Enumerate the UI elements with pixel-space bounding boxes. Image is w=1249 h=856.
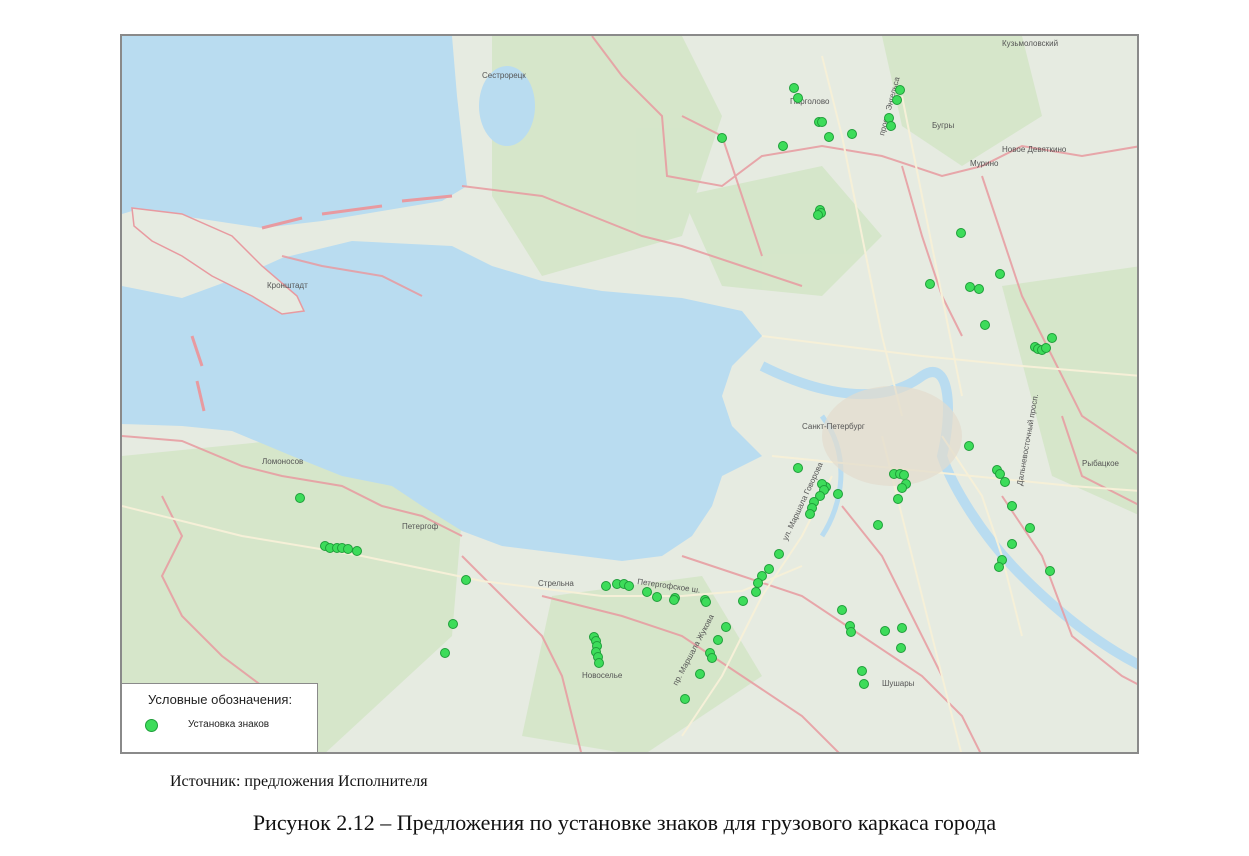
sign-marker <box>713 635 723 645</box>
sign-marker <box>1047 333 1057 343</box>
sign-marker <box>980 320 990 330</box>
sign-marker <box>701 597 711 607</box>
sign-marker <box>721 622 731 632</box>
legend-marker-icon <box>145 719 158 732</box>
map-canvas: Санкт-Петербург Кронштадт Сестрорецк Пар… <box>122 36 1137 752</box>
sign-marker <box>440 648 450 658</box>
sign-marker <box>352 546 362 556</box>
label-shushary: Шушары <box>882 679 915 688</box>
sign-marker <box>965 282 975 292</box>
label-spb: Санкт-Петербург <box>802 422 865 431</box>
sign-marker <box>895 85 905 95</box>
sign-marker <box>813 210 823 220</box>
label-kuzmolovsky: Кузьмоловский <box>1002 39 1058 48</box>
sign-marker <box>793 93 803 103</box>
label-bugry: Бугры <box>932 121 954 130</box>
sign-marker <box>751 587 761 597</box>
sign-marker <box>896 643 906 653</box>
sign-marker <box>873 520 883 530</box>
sign-marker <box>652 592 662 602</box>
sign-marker <box>897 623 907 633</box>
map-legend: Условные обозначения: Установка знаков <box>122 683 318 752</box>
source-note: Источник: предложения Исполнителя <box>170 773 428 790</box>
sign-marker <box>880 626 890 636</box>
sign-marker <box>601 581 611 591</box>
sign-marker <box>899 470 909 480</box>
sign-marker <box>461 575 471 585</box>
sign-marker <box>833 489 843 499</box>
sign-marker <box>859 679 869 689</box>
legend-title: Условные обозначения: <box>148 692 293 707</box>
label-kronstadt: Кронштадт <box>267 281 308 290</box>
label-murino: Мурино <box>970 159 999 168</box>
sign-marker <box>886 121 896 131</box>
label-novoe-devyatkino: Новое Девяткино <box>1002 145 1067 154</box>
sign-marker <box>817 117 827 127</box>
sign-marker <box>717 133 727 143</box>
label-strelna: Стрельна <box>538 579 574 588</box>
sign-marker <box>1025 523 1035 533</box>
sign-marker <box>753 578 763 588</box>
sign-marker <box>897 483 907 493</box>
label-petergof: Петергоф <box>402 522 439 531</box>
sign-marker <box>624 581 634 591</box>
sign-marker <box>974 284 984 294</box>
label-sestroretsk: Сестрорецк <box>482 71 526 80</box>
sign-marker <box>1045 566 1055 576</box>
sign-marker <box>1041 343 1051 353</box>
sign-marker <box>764 564 774 574</box>
sign-marker <box>824 132 834 142</box>
sign-marker <box>695 669 705 679</box>
sign-marker <box>995 469 1005 479</box>
sign-marker <box>448 619 458 629</box>
sign-marker <box>837 605 847 615</box>
sign-marker <box>994 562 1004 572</box>
sign-marker <box>995 269 1005 279</box>
sign-marker <box>680 694 690 704</box>
sign-marker <box>925 279 935 289</box>
label-novoselye: Новоселье <box>582 671 623 680</box>
sign-marker <box>669 595 679 605</box>
sign-marker <box>343 544 353 554</box>
sign-marker <box>1000 477 1010 487</box>
sign-marker <box>642 587 652 597</box>
sign-marker <box>847 129 857 139</box>
sign-marker <box>964 441 974 451</box>
sign-marker <box>778 141 788 151</box>
sign-marker <box>805 509 815 519</box>
sign-marker <box>793 463 803 473</box>
sign-marker <box>295 493 305 503</box>
sign-marker <box>893 494 903 504</box>
map: Санкт-Петербург Кронштадт Сестрорецк Пар… <box>120 34 1139 754</box>
sign-marker <box>774 549 784 559</box>
legend-item-label: Установка знаков <box>188 719 270 730</box>
sign-marker <box>892 95 902 105</box>
sign-marker <box>1007 501 1017 511</box>
sign-marker <box>956 228 966 238</box>
sign-marker <box>707 653 717 663</box>
label-rybatskoe: Рыбацкое <box>1082 459 1120 468</box>
sign-marker <box>857 666 867 676</box>
sign-marker <box>738 596 748 606</box>
sign-marker <box>789 83 799 93</box>
label-lomonosov: Ломоносов <box>262 457 303 466</box>
sign-marker <box>846 627 856 637</box>
sign-marker <box>1007 539 1017 549</box>
figure-caption: Рисунок 2.12 – Предложения по установке … <box>252 810 997 835</box>
sign-marker <box>594 658 604 668</box>
